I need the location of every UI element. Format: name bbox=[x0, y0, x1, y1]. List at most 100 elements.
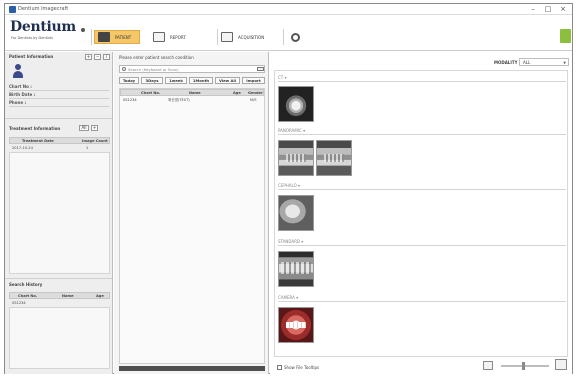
section-divider bbox=[5, 278, 112, 279]
standard-thumbnail[interactable] bbox=[278, 251, 314, 287]
table-row[interactable]: 2017-10-24 1 bbox=[9, 145, 110, 151]
col-name: Name bbox=[189, 91, 201, 95]
show-tooltips-label: Show File Tooltips bbox=[284, 365, 320, 370]
zoom-in-icon[interactable] bbox=[555, 359, 567, 370]
camera-thumbnail[interactable] bbox=[278, 307, 314, 343]
treatment-list[interactable] bbox=[9, 152, 110, 274]
results-table[interactable]: Chart No. Name Age Gender SS1234 최신영(TES… bbox=[119, 88, 265, 364]
treatment-table-header: Treatment Date Image Count bbox=[9, 137, 110, 144]
treatment-all-button[interactable]: All bbox=[79, 125, 89, 131]
panoramic-thumbnail[interactable] bbox=[316, 140, 352, 176]
modality-select[interactable]: ALL ▼ bbox=[519, 58, 569, 66]
add-patient-button[interactable]: + bbox=[85, 54, 92, 60]
section-label-standard[interactable]: STANDARD ▾ bbox=[278, 239, 303, 244]
section-label-ct[interactable]: CT ▾ bbox=[278, 75, 287, 80]
view-all-button[interactable]: View All bbox=[215, 77, 240, 84]
close-button[interactable]: × bbox=[558, 5, 568, 14]
search-placeholder: Search (Keyboard or Scan) bbox=[128, 67, 179, 72]
avatar-body-icon bbox=[13, 71, 23, 78]
search-input[interactable]: Search (Keyboard or Scan) bbox=[119, 65, 265, 73]
search-icon bbox=[122, 67, 126, 71]
col-treatment-date: Treatment Date bbox=[22, 139, 54, 143]
maximize-button[interactable]: □ bbox=[543, 5, 553, 14]
app-icon bbox=[9, 6, 16, 13]
result-gender-cell: M/S bbox=[250, 98, 257, 102]
tab-label: REPORT bbox=[170, 34, 186, 40]
header-divider bbox=[91, 29, 92, 45]
chevron-down-icon: ▼ bbox=[563, 61, 566, 65]
col-chart-no: Chart No. bbox=[141, 91, 161, 95]
filter-today-button[interactable]: Today bbox=[119, 77, 139, 84]
app-header: Dentium For Dentists by Dentists PATIENT… bbox=[5, 16, 572, 51]
col-age: Age bbox=[96, 294, 104, 298]
ct-thumbnail[interactable] bbox=[278, 86, 314, 122]
edit-patient-button[interactable]: / bbox=[103, 54, 110, 60]
filter-1week-button[interactable]: 1week bbox=[165, 77, 187, 84]
search-hint: Please enter patient search condition bbox=[119, 55, 194, 60]
history-table-header: Chart No. Name Age bbox=[9, 292, 110, 299]
col-chart-no: Chart No. bbox=[18, 294, 38, 298]
acquisition-icon bbox=[221, 32, 233, 42]
phone-field: Phone : bbox=[9, 100, 109, 107]
header-divider bbox=[217, 29, 218, 45]
cephalo-thumbnail[interactable] bbox=[278, 195, 314, 231]
tab-report[interactable]: REPORT bbox=[153, 30, 186, 44]
filter-1month-button[interactable]: 1Month bbox=[189, 77, 213, 84]
import-button[interactable]: Import bbox=[242, 77, 265, 84]
col-age: Age bbox=[233, 91, 241, 95]
section-divider bbox=[5, 118, 112, 119]
search-history-list[interactable] bbox=[9, 307, 110, 369]
avatar-head-icon bbox=[15, 64, 21, 70]
section-label-cephalo[interactable]: CEPHALO ▾ bbox=[278, 183, 300, 188]
app-window: Dentium Imagecraft – □ × Dentium For Den… bbox=[4, 3, 573, 374]
modality-value: ALL bbox=[523, 60, 531, 65]
modality-label: MODALITY bbox=[494, 60, 518, 65]
section-label-camera[interactable]: CAMERA ▾ bbox=[278, 295, 298, 300]
table-row[interactable]: SS1234 bbox=[9, 300, 110, 306]
add-treatment-button[interactable]: + bbox=[91, 125, 98, 131]
treatment-info-title: Treatment Information bbox=[9, 126, 61, 131]
horizontal-scrollbar[interactable] bbox=[119, 366, 265, 371]
delete-patient-button[interactable]: − bbox=[94, 54, 101, 60]
minimize-button[interactable]: – bbox=[528, 5, 538, 14]
results-table-header: Chart No. Name Age Gender bbox=[120, 89, 264, 96]
panoramic-thumbnail[interactable] bbox=[278, 140, 314, 176]
col-gender: Gender bbox=[248, 91, 263, 95]
section-divider bbox=[278, 301, 566, 302]
avatar bbox=[12, 64, 24, 78]
search-history-title: Search History bbox=[9, 282, 43, 287]
zoom-out-icon[interactable] bbox=[483, 361, 493, 370]
search-panel: Please enter patient search condition Se… bbox=[114, 52, 269, 374]
section-divider bbox=[278, 245, 566, 246]
col-name: Name bbox=[62, 294, 74, 298]
table-row[interactable]: SS1234 최신영(TEST) M/S bbox=[120, 97, 264, 103]
tab-patient[interactable]: PATIENT bbox=[94, 30, 141, 44]
chart-no-field: Chart No : bbox=[9, 84, 109, 91]
patient-icon bbox=[98, 32, 110, 42]
result-name-cell: 최신영(TEST) bbox=[168, 98, 190, 102]
birth-date-field: Birth Date : bbox=[9, 92, 109, 99]
image-count-cell: 1 bbox=[86, 146, 89, 150]
tagline: For Dentists by Dentists bbox=[11, 36, 53, 40]
treatment-date-cell: 2017-10-24 bbox=[12, 146, 33, 150]
section-label-panoramic[interactable]: PANORAMIC ▾ bbox=[278, 128, 305, 133]
tab-acquisition[interactable]: ACQUISITION bbox=[221, 30, 264, 44]
exit-icon[interactable] bbox=[560, 29, 571, 43]
logo-menu-icon[interactable] bbox=[81, 28, 85, 32]
header-divider bbox=[283, 29, 284, 45]
show-tooltips-checkbox[interactable] bbox=[277, 365, 282, 370]
tab-label: PATIENT bbox=[115, 34, 132, 40]
col-image-count: Image Count bbox=[82, 139, 108, 143]
logo: Dentium bbox=[10, 19, 76, 35]
title-bar: Dentium Imagecraft – □ × bbox=[5, 4, 572, 15]
patient-info-title: Patient Information bbox=[9, 54, 54, 59]
tab-label: ACQUISITION bbox=[238, 34, 265, 40]
keyboard-icon[interactable] bbox=[257, 67, 264, 71]
gear-icon[interactable] bbox=[291, 33, 300, 42]
image-viewer-panel: MODALITY ALL ▼ CT ▾ PANORAMIC ▾ CEPHALO … bbox=[270, 52, 572, 374]
zoom-slider-handle[interactable] bbox=[522, 362, 525, 370]
section-divider bbox=[278, 134, 566, 135]
zoom-slider[interactable] bbox=[501, 365, 549, 367]
filter-3days-button[interactable]: 3Days bbox=[141, 77, 163, 84]
history-chart-cell: SS1234 bbox=[12, 301, 26, 305]
